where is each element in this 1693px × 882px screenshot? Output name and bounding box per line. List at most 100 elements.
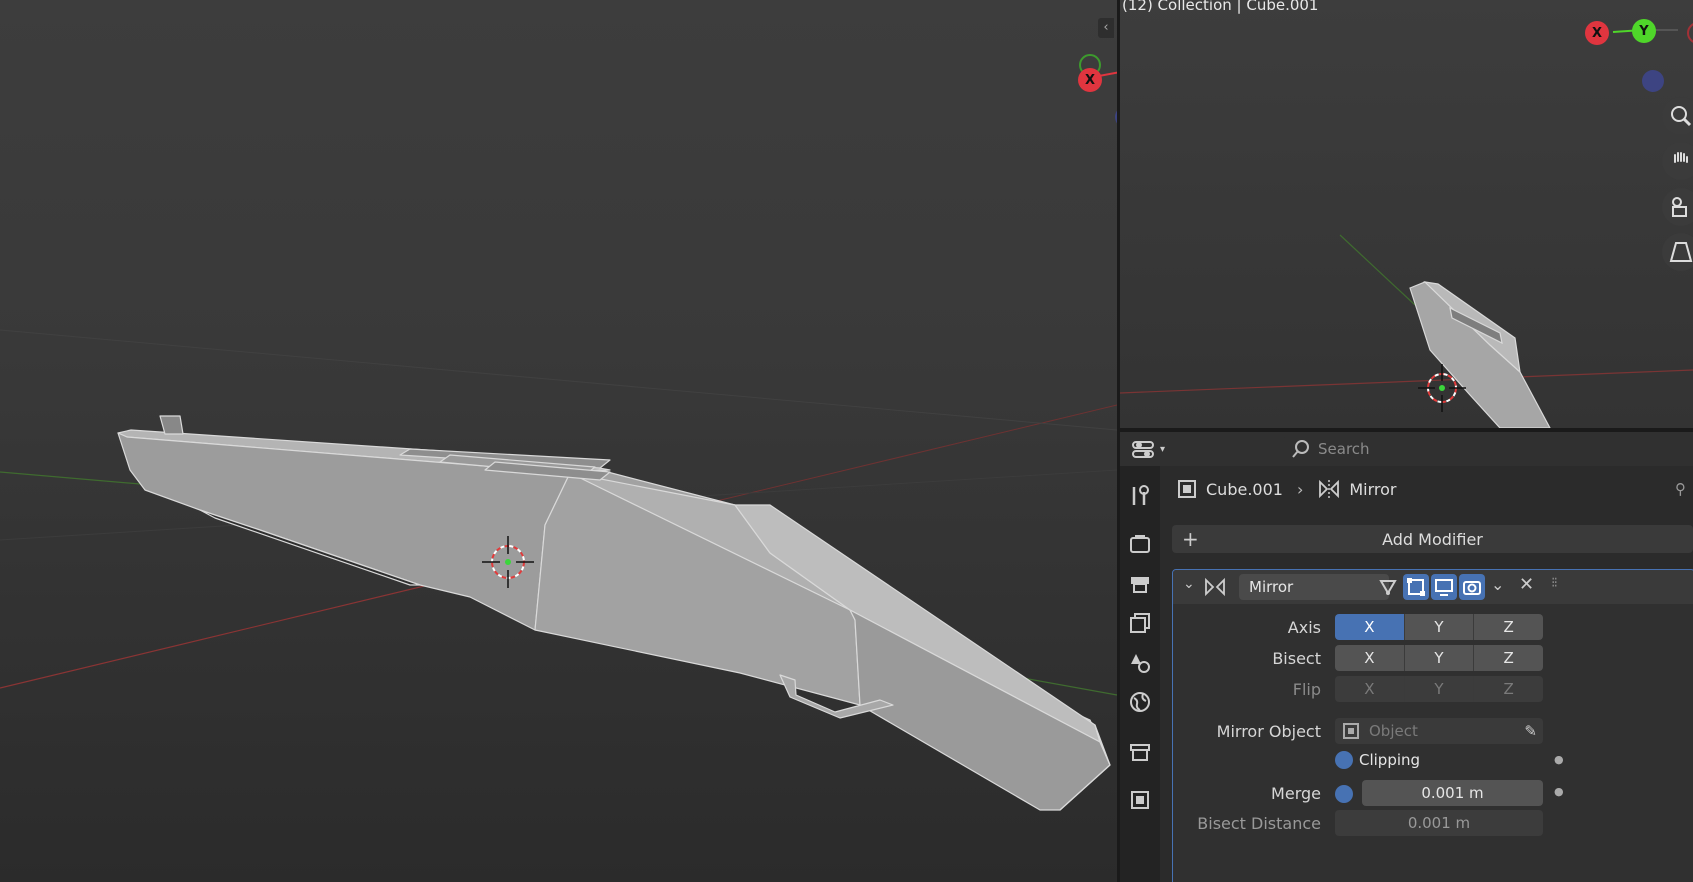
viewport-display-toggle[interactable] [1431,574,1457,600]
perspective-grid-icon [1669,242,1693,262]
properties-editor-icon [1132,441,1154,458]
camera-render-icon [1463,581,1481,595]
breadcrumb: Cube.001 › Mirror [1176,475,1396,503]
scene-icon [1131,654,1150,673]
eyedropper-icon[interactable]: ✎ [1524,722,1537,740]
bisect-toggle-group: X Y Z [1335,645,1543,671]
mirror-modifier-icon [1205,577,1225,597]
world-icon [1130,692,1150,712]
edit-mode-toggle[interactable] [1403,574,1429,600]
add-modifier-button[interactable]: + Add Modifier [1172,525,1693,553]
remove-modifier-close-icon[interactable]: ✕ [1519,574,1534,595]
side-3d-viewport[interactable]: (12) Collection | Cube.001 X Y [1120,0,1693,428]
properties-editor: ▾ Search Cube.001 › Mirror ⚲ + Add Modif… [1120,432,1693,882]
chevron-down-icon: ▾ [1160,443,1166,455]
axis-toggle-group: X Y Z [1335,614,1543,640]
mirror-object-field[interactable]: Object ✎ [1335,718,1543,744]
merge-label: Merge [1271,784,1321,803]
modifier-name-field[interactable]: Mirror [1239,574,1389,600]
side-perspective-button[interactable] [1662,233,1693,271]
breadcrumb-modifier: Mirror [1349,479,1397,499]
modifier-header: ⌄ Mirror ⌄ ✕ ⁝⁝ [1173,570,1693,604]
collection-icon [1130,744,1150,761]
monitor-icon [1435,579,1453,596]
flip-x-toggle[interactable]: X [1335,676,1405,702]
tool-icon [1132,485,1149,505]
plus-icon: + [1182,527,1199,551]
side-pan-button[interactable] [1662,142,1693,180]
clipping-checkbox[interactable]: Clipping [1335,751,1420,769]
zoom-icon [1671,106,1692,127]
main-3d-viewport[interactable]: Z X Y ‹ [0,0,1117,882]
tab-output[interactable] [1120,564,1160,604]
camera-icon [1672,197,1687,217]
tab-render[interactable] [1120,524,1160,564]
edit-mode-cage-toggle[interactable] [1375,574,1401,600]
object-icon [1131,791,1149,809]
edit-mode-icon [1407,578,1425,596]
mirror-modifier-panel: ⌄ Mirror ⌄ ✕ ⁝⁝ Axis X Y Z Bisect X Y Z … [1172,569,1693,882]
editor-type-menu[interactable]: ▾ [1130,436,1178,462]
breadcrumb-object: Cube.001 [1206,479,1283,499]
keyframe-dot-icon[interactable]: ● [1554,753,1564,766]
properties-search-input[interactable]: Search [1282,437,1693,461]
view-layer-icon [1130,613,1150,633]
side-camera-button[interactable] [1662,188,1693,226]
keyframe-dot-icon[interactable]: ● [1554,785,1564,798]
side-gizmo-y-axis[interactable]: Y [1632,19,1656,43]
vertex-cage-icon [1379,580,1397,595]
side-navigation-gizmo[interactable]: X Y [1570,0,1693,95]
tab-view-layer[interactable] [1120,603,1160,643]
clipping-checkbox-indicator [1335,751,1353,769]
add-modifier-label: Add Modifier [1382,529,1483,549]
axis-z-toggle[interactable]: Z [1474,614,1543,640]
flip-toggle-group: X Y Z [1335,676,1543,702]
axis-x-toggle[interactable]: X [1335,614,1405,640]
side-axis-gizmo-graphic [1612,23,1693,92]
hand-pan-icon [1674,152,1688,163]
properties-tab-bar [1120,466,1160,882]
render-icon [1130,535,1150,553]
render-toggle[interactable] [1459,574,1485,600]
pin-icon[interactable]: ⚲ [1675,480,1686,498]
search-icon [1292,440,1309,458]
object-icon [1343,723,1359,739]
clipping-label: Clipping [1359,751,1421,769]
modifier-menu-chevron-icon[interactable]: ⌄ [1491,575,1504,594]
mirror-object-label: Mirror Object [1216,722,1321,741]
bisect-x-toggle[interactable]: X [1335,645,1405,671]
side-zoom-button[interactable] [1662,97,1693,135]
tab-tool[interactable] [1120,476,1160,516]
bisect-distance-field[interactable]: 0.001 m [1335,810,1543,836]
main-viewport-scene [0,329,1117,811]
drag-handle-icon[interactable]: ⁝⁝ [1551,575,1558,591]
tab-object[interactable] [1120,780,1160,820]
bisect-label: Bisect [1272,649,1321,668]
flip-label: Flip [1292,680,1321,699]
sidebar-collapse-arrow-icon[interactable]: ‹ [1098,18,1114,38]
gizmo-x-axis[interactable]: X [1078,68,1102,92]
bisect-y-toggle[interactable]: Y [1404,645,1475,671]
bisect-z-toggle[interactable]: Z [1474,645,1543,671]
tab-scene[interactable] [1120,642,1160,682]
object-info-label: (12) Collection | Cube.001 [1122,0,1319,14]
merge-distance-field[interactable]: 0.001 m [1362,780,1543,806]
mesh-object [117,415,1111,811]
mirror-object-placeholder: Object [1369,722,1418,740]
breadcrumb-separator-icon: › [1296,479,1304,499]
merge-checkbox[interactable] [1335,785,1353,803]
axis-y-toggle[interactable]: Y [1404,614,1475,640]
tab-world[interactable] [1120,682,1160,722]
object-icon [1178,480,1196,498]
flip-y-toggle[interactable]: Y [1404,676,1475,702]
side-gizmo-x-axis[interactable]: X [1585,21,1609,45]
bisect-distance-label: Bisect Distance [1197,814,1321,833]
axis-label: Axis [1287,618,1321,637]
tab-collection[interactable] [1120,732,1160,772]
output-icon [1131,577,1149,593]
mirror-modifier-icon [1319,479,1340,499]
collapse-chevron-icon[interactable]: ⌄ [1183,576,1195,592]
search-placeholder: Search [1318,440,1370,458]
properties-header: ▾ Search [1120,432,1693,466]
flip-z-toggle[interactable]: Z [1474,676,1543,702]
